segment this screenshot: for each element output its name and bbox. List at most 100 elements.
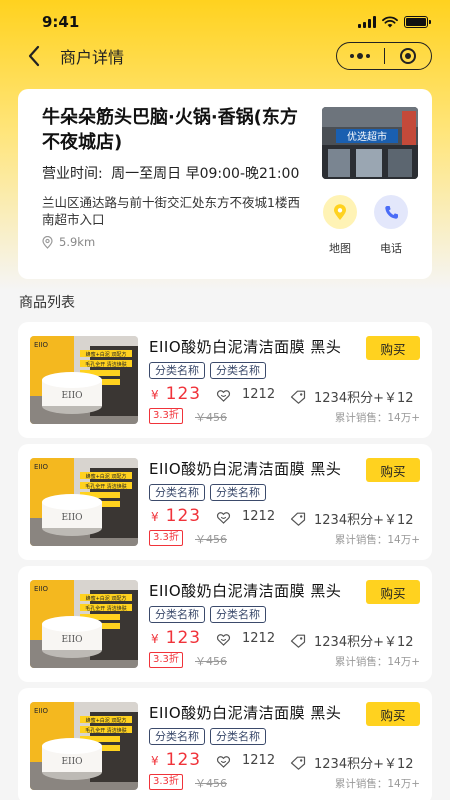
product-card[interactable]: EIIO 蜂蜜+白泥 双配方 毛孔全开 清洁焕肤 EIIO EIIO酸奶白泥清洁… (18, 566, 432, 682)
jar-label-text: EIIO (61, 757, 82, 767)
points-price: 1234积分+￥12 (290, 631, 414, 650)
map-pin-icon (334, 203, 346, 220)
points-value: 1234积分+￥12 (314, 391, 414, 406)
product-photo: EIIO 蜂蜜+白泥 双配方 毛孔全开 清洁焕肤 EIIO (30, 580, 138, 668)
product-image[interactable]: EIIO 蜂蜜+白泥 双配方 毛孔全开 清洁焕肤 EIIO (30, 702, 138, 790)
points-value: 1234积分+￥12 (314, 635, 414, 650)
category-tag: 分类名称 (149, 606, 205, 623)
jar-label-text: EIIO (61, 513, 82, 523)
image-banner-line-1: 蜂蜜+白泥 双配方 (86, 351, 127, 358)
close-program-button[interactable] (385, 43, 432, 69)
like-count: 1212 (216, 509, 275, 524)
points-price: 1234积分+￥12 (290, 387, 414, 406)
currency-symbol: ¥ (151, 632, 159, 646)
original-price: ￥456 (195, 533, 227, 546)
product-image[interactable]: EIIO 蜂蜜+白泥 双配方 毛孔全开 清洁焕肤 EIIO (30, 336, 138, 424)
status-icons (358, 16, 431, 28)
like-value: 1212 (242, 387, 276, 402)
sales-count: 累计销售：14万+ (334, 778, 420, 790)
phone-button[interactable]: 电话 (373, 195, 409, 256)
sales-count: 累计销售：14万+ (334, 656, 420, 668)
buy-button[interactable]: 购买 (366, 702, 420, 726)
map-label: 地图 (329, 242, 351, 255)
category-tags: 分类名称 分类名称 (149, 362, 266, 379)
like-count: 1212 (216, 631, 275, 646)
image-banner-line-2: 毛孔全开 清洁焕肤 (85, 605, 127, 612)
category-tag: 分类名称 (149, 484, 205, 501)
product-price: ¥ 123 (151, 750, 201, 770)
target-icon (399, 48, 416, 64)
product-card[interactable]: EIIO 蜂蜜+白泥 双配方 毛孔全开 清洁焕肤 EIIO EIIO酸奶白泥清洁… (18, 688, 432, 800)
more-dots-icon (350, 53, 371, 59)
like-value: 1212 (242, 509, 276, 524)
signal-icon (358, 16, 376, 28)
price-value: 123 (165, 384, 202, 404)
category-tag: 分类名称 (210, 362, 266, 379)
discount-badge: 3.3折 (149, 774, 183, 790)
image-brand-text: EIIO (34, 341, 49, 349)
buy-button[interactable]: 购买 (366, 336, 420, 360)
thumbs-up-icon (216, 633, 231, 646)
status-time: 9:41 (42, 13, 80, 31)
shop-name: 牛朵朵筋头巴脑·火锅·香锅(东方不夜城店) (42, 107, 298, 153)
buy-button[interactable]: 购买 (366, 458, 420, 482)
page-title: 商户详情 (60, 48, 125, 67)
section-title: 商品列表 (19, 295, 75, 311)
jar-label-text: EIIO (61, 391, 82, 401)
phone-icon-circle (374, 195, 408, 229)
product-title[interactable]: EIIO酸奶白泥清洁面膜 黑头 (149, 336, 361, 357)
discount-badge: 3.3折 (149, 652, 183, 668)
buy-button[interactable]: 购买 (366, 580, 420, 604)
category-tag: 分类名称 (210, 606, 266, 623)
distance-value: 5.9km (59, 235, 96, 249)
shop-photo[interactable]: 优选超市 (322, 107, 418, 179)
product-image[interactable]: EIIO 蜂蜜+白泥 双配方 毛孔全开 清洁焕肤 EIIO (30, 458, 138, 546)
points-value: 1234积分+￥12 (314, 513, 414, 528)
product-card[interactable]: EIIO 蜂蜜+白泥 双配方 毛孔全开 清洁焕肤 EIIO EIIO酸奶白泥清洁… (18, 444, 432, 560)
product-photo: EIIO 蜂蜜+白泥 双配方 毛孔全开 清洁焕肤 EIIO (30, 702, 138, 790)
wifi-icon (382, 16, 398, 28)
phone-icon (384, 205, 398, 219)
price-value: 123 (165, 628, 202, 648)
map-button[interactable]: 地图 (322, 195, 358, 256)
thumbs-up-icon (216, 755, 231, 768)
hours-value: 周一至周日 早09:00-晚21:00 (111, 166, 300, 182)
product-card[interactable]: EIIO 蜂蜜+白泥 双配方 毛孔全开 清洁焕肤 EIIO EIIO酸奶白泥清洁… (18, 322, 432, 438)
sales-count: 累计销售：14万+ (334, 534, 420, 546)
more-button[interactable] (337, 43, 384, 69)
original-price: ￥456 (195, 655, 227, 668)
points-price: 1234积分+￥12 (290, 509, 414, 528)
nav-bar: 商户详情 (0, 34, 450, 78)
shop-address: 兰山区通达路与前十街交汇处东方不夜城1楼西南超市入口 (42, 195, 300, 227)
product-title[interactable]: EIIO酸奶白泥清洁面膜 黑头 (149, 580, 361, 601)
price-tag-icon (290, 634, 306, 648)
like-count: 1212 (216, 753, 275, 768)
product-image[interactable]: EIIO 蜂蜜+白泥 双配方 毛孔全开 清洁焕肤 EIIO (30, 580, 138, 668)
thumbs-up-icon (216, 389, 231, 402)
storefront-image: 优选超市 (322, 107, 418, 179)
chevron-left-icon (28, 45, 40, 67)
sales-count: 累计销售：14万+ (334, 412, 420, 424)
category-tag: 分类名称 (149, 362, 205, 379)
image-brand-text: EIIO (34, 707, 49, 715)
mini-program-capsule (336, 42, 432, 70)
back-button[interactable] (14, 34, 54, 78)
points-price: 1234积分+￥12 (290, 753, 414, 772)
product-photo: EIIO 蜂蜜+白泥 双配方 毛孔全开 清洁焕肤 EIIO (30, 458, 138, 546)
image-banner-line-1: 蜂蜜+白泥 双配方 (86, 473, 127, 480)
product-title[interactable]: EIIO酸奶白泥清洁面膜 黑头 (149, 458, 361, 479)
price-value: 123 (165, 750, 202, 770)
hours-label: 营业时间: (42, 166, 103, 182)
price-value: 123 (165, 506, 202, 526)
category-tags: 分类名称 分类名称 (149, 728, 266, 745)
map-icon-circle (323, 195, 357, 229)
category-tags: 分类名称 分类名称 (149, 484, 266, 501)
image-banner-line-1: 蜂蜜+白泥 双配方 (86, 717, 127, 724)
shop-sign-text: 优选超市 (347, 130, 387, 143)
like-value: 1212 (242, 631, 276, 646)
product-price: ¥ 123 (151, 384, 201, 404)
shop-info-card: 牛朵朵筋头巴脑·火锅·香锅(东方不夜城店) 营业时间: 周一至周日 早09:00… (18, 89, 432, 279)
battery-icon (404, 16, 431, 28)
product-price: ¥ 123 (151, 628, 201, 648)
product-title[interactable]: EIIO酸奶白泥清洁面膜 黑头 (149, 702, 361, 723)
